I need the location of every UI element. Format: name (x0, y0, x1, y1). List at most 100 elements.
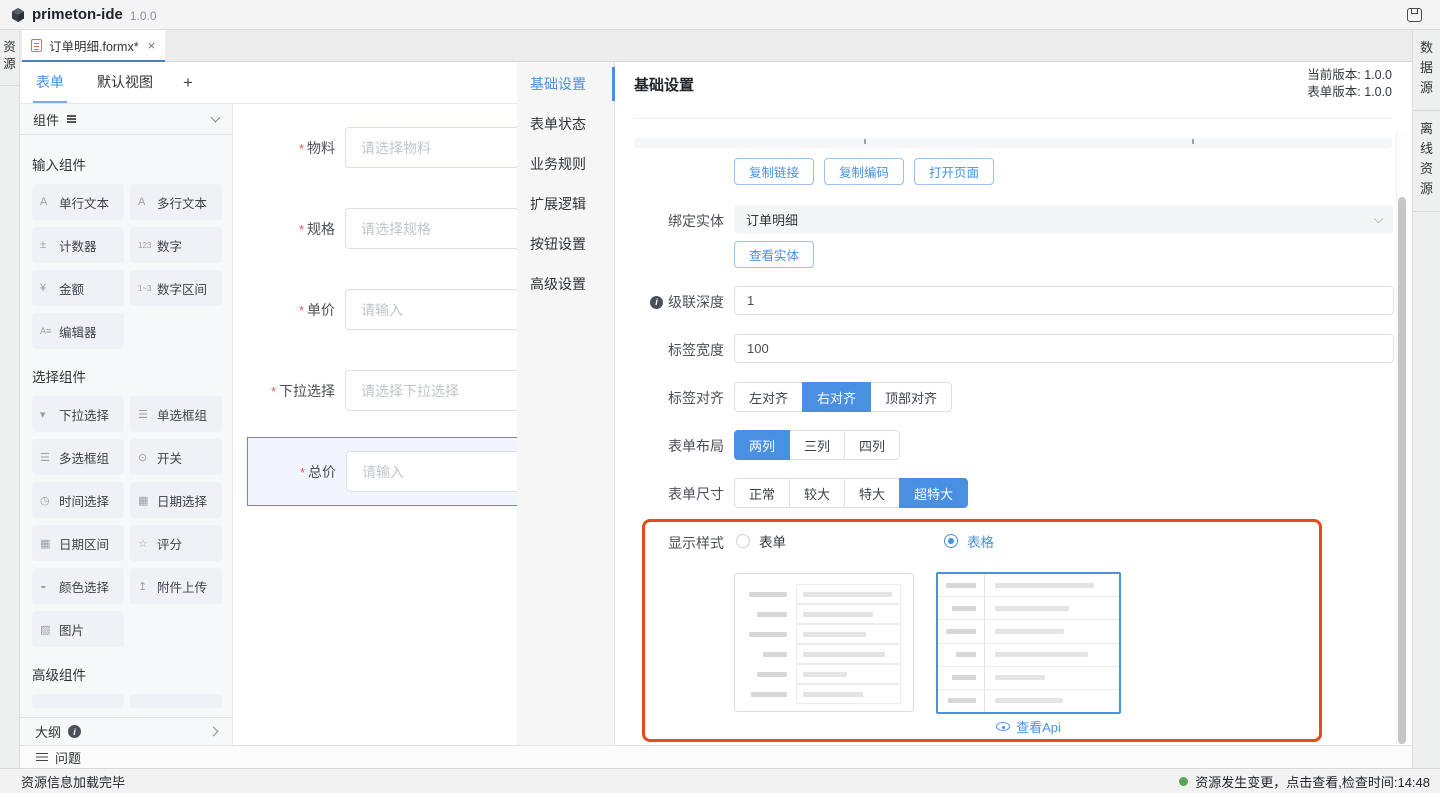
display-style-label: 显示样式 (616, 533, 724, 553)
settings-nav: 基础设置 表单状态 业务规则 扩展逻辑 按钮设置 高级设置 (517, 62, 615, 745)
two-column-option[interactable]: 两列 (734, 430, 790, 460)
list-icon (36, 753, 48, 762)
open-page-button[interactable]: 打开页面 (914, 158, 994, 185)
bind-entity-select[interactable]: 订单明细 (734, 205, 1394, 234)
component-chip-money[interactable]: ¥金额 (32, 270, 124, 306)
component-chip-upload[interactable]: ↥附件上传 (130, 568, 222, 604)
label-width-input[interactable]: 100 (734, 334, 1394, 363)
form-layout-label: 表单布局 (616, 436, 724, 456)
component-chip-multi-text[interactable]: A多行文本 (130, 184, 222, 220)
size-xlarge-option[interactable]: 特大 (844, 478, 900, 508)
canvas-field-unit-price[interactable]: *单价 请输入 (233, 289, 517, 330)
canvas-field-material[interactable]: *物料 请选择物料 (233, 127, 517, 168)
nav-basic-settings[interactable]: 基础设置 (517, 64, 614, 104)
palette-icon: ◒ (40, 580, 59, 592)
display-style-table-radio[interactable]: 表格 (944, 531, 994, 551)
scrollbar-thumb[interactable] (1398, 197, 1406, 744)
component-chip-dropdown[interactable]: ▾下拉选择 (32, 396, 124, 432)
components-panel-header[interactable]: 组件 (20, 104, 232, 135)
component-chip-color-picker[interactable]: ◒颜色选择 (32, 568, 124, 604)
component-chip-rating[interactable]: ☆评分 (130, 525, 222, 561)
component-chip-date-picker[interactable]: ▦日期选择 (130, 482, 222, 518)
component-chip-checkbox-group[interactable]: ☰多选框组 (32, 439, 124, 475)
title-bar: primeton-ide 1.0.0 (0, 0, 1440, 30)
table-style-preview-card[interactable] (936, 572, 1121, 714)
canvas-field-total-price-selected[interactable]: *总价 请输入 (247, 437, 517, 506)
radio-checked-icon[interactable] (944, 534, 958, 548)
component-chip-time-picker[interactable]: ◷时间选择 (32, 482, 124, 518)
component-chip-date-range[interactable]: ▦日期区间 (32, 525, 124, 561)
field-label: 下拉选择 (279, 383, 335, 399)
size-large-option[interactable]: 较大 (789, 478, 845, 508)
checkbox-group-icon: ☰ (40, 451, 59, 464)
nav-form-state[interactable]: 表单状态 (517, 104, 614, 144)
status-right[interactable]: 资源发生变更，点击查看,检查时间:14:48 (1179, 772, 1430, 791)
hamburger-icon (67, 118, 76, 120)
number-icon: 123 (138, 241, 157, 250)
tab-default-view[interactable]: 默认视图 (94, 62, 156, 103)
spec-select-input[interactable]: 请选择规格 (345, 208, 517, 249)
nav-business-rules[interactable]: 业务规则 (517, 144, 614, 184)
nav-extension-logic[interactable]: 扩展逻辑 (517, 184, 614, 224)
problems-label: 问题 (55, 748, 81, 767)
close-tab-icon[interactable]: × (148, 38, 156, 53)
file-tab-label: 订单明细.formx* (49, 36, 139, 55)
save-icon[interactable] (1407, 8, 1422, 22)
rail-item-datasource[interactable]: 数据源 (1413, 30, 1440, 111)
material-select-input[interactable]: 请选择物料 (345, 127, 517, 168)
component-chip-clipped[interactable] (130, 694, 222, 708)
component-chip-editor[interactable]: A≡编辑器 (32, 313, 124, 349)
radio-unchecked-icon[interactable] (736, 534, 750, 548)
divider (634, 118, 1392, 119)
align-top-option[interactable]: 顶部对齐 (870, 382, 952, 412)
align-left-option[interactable]: 左对齐 (734, 382, 803, 412)
calendar-icon: ▦ (138, 494, 157, 507)
form-style-preview-card[interactable] (734, 573, 914, 712)
chevron-down-icon[interactable] (211, 113, 221, 123)
component-chip-image[interactable]: ▨图片 (32, 611, 124, 647)
canvas-field-spec[interactable]: *规格 请选择规格 (233, 208, 517, 249)
total-price-input[interactable]: 请输入 (346, 451, 517, 492)
outline-bar[interactable]: 大纲 (20, 717, 232, 745)
app-window: primeton-ide 1.0.0 资源 数据源 离线资源 订单明细.form… (0, 0, 1440, 793)
status-green-dot-icon (1179, 777, 1188, 786)
align-right-option[interactable]: 右对齐 (802, 382, 871, 412)
rail-item-offline-resources[interactable]: 离线资源 (1413, 111, 1440, 212)
file-tab-strip: 订单明细.formx* × (20, 30, 1412, 62)
component-chip-radio-group[interactable]: ☰单选框组 (130, 396, 222, 432)
copy-code-button[interactable]: 复制编码 (824, 158, 904, 185)
canvas-field-dropdown[interactable]: *下拉选择 请选择下拉选择 (233, 370, 517, 411)
component-chip-single-text[interactable]: A单行文本 (32, 184, 124, 220)
nav-button-settings[interactable]: 按钮设置 (517, 224, 614, 264)
form-file-icon (31, 39, 42, 52)
component-chip-number[interactable]: 123数字 (130, 227, 222, 263)
chevron-right-icon (209, 727, 219, 737)
four-column-option[interactable]: 四列 (844, 430, 900, 460)
view-api-link[interactable]: 查看Api (936, 717, 1121, 736)
copy-link-button[interactable]: 复制链接 (734, 158, 814, 185)
nav-advanced-settings[interactable]: 高级设置 (517, 264, 614, 304)
add-view-button[interactable]: + (183, 62, 193, 103)
components-list: 输入组件 A单行文本 A多行文本 ±计数器 123数字 ¥金额 1~3数字区间 … (20, 135, 232, 708)
component-chip-counter[interactable]: ±计数器 (32, 227, 124, 263)
form-layout-group: 两列 三列 四列 (734, 430, 900, 460)
file-tab-order-detail[interactable]: 订单明细.formx* × (22, 30, 165, 62)
problems-bar[interactable]: 问题 (20, 745, 1412, 768)
component-chip-switch[interactable]: ⊙开关 (130, 439, 222, 475)
size-xxlarge-option[interactable]: 超特大 (899, 478, 968, 508)
view-entity-button[interactable]: 查看实体 (734, 241, 814, 268)
component-chip-clipped[interactable] (32, 694, 124, 708)
multi-text-icon: A (138, 196, 157, 208)
form-canvas[interactable]: *物料 请选择物料 *规格 请选择规格 *单价 请输入 *下拉选择 请选择下拉选… (233, 104, 517, 745)
cascade-depth-label: 级联深度 (616, 292, 724, 312)
dropdown-icon: ▾ (40, 408, 59, 421)
unit-price-input[interactable]: 请输入 (345, 289, 517, 330)
dropdown-select-input[interactable]: 请选择下拉选择 (345, 370, 517, 411)
tab-form[interactable]: 表单 (33, 62, 67, 103)
display-style-form-radio[interactable]: 表单 (736, 531, 786, 551)
three-column-option[interactable]: 三列 (789, 430, 845, 460)
size-normal-option[interactable]: 正常 (734, 478, 790, 508)
cascade-depth-input[interactable]: 1 (734, 286, 1394, 315)
rail-item-resources[interactable]: 资源 (0, 30, 19, 86)
component-chip-number-range[interactable]: 1~3数字区间 (130, 270, 222, 306)
